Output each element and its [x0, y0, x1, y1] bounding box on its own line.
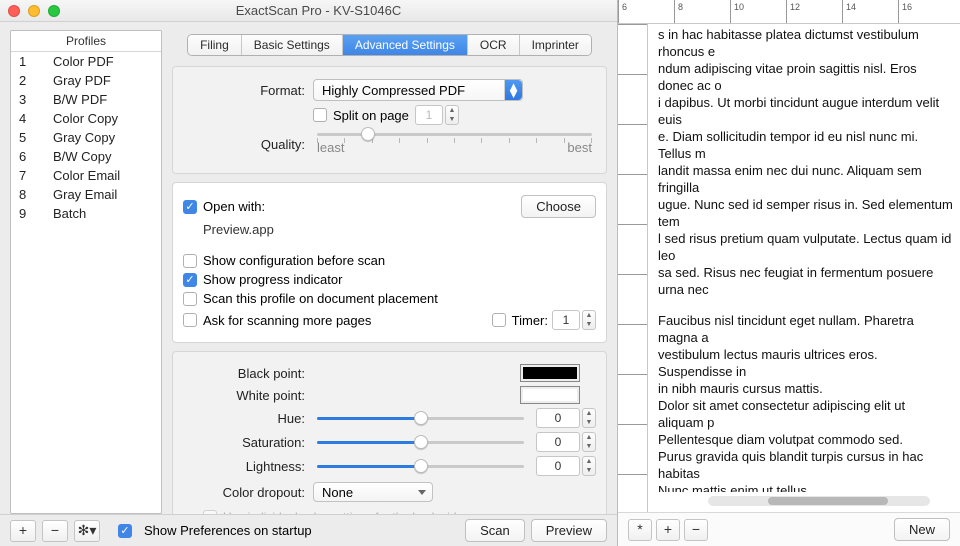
split-page-field[interactable]: 1 [415, 105, 443, 125]
color-dropout-select[interactable]: None [313, 482, 433, 502]
format-section: Format: Highly Compressed PDF ▲▼ Split o… [172, 66, 607, 174]
lightness-field[interactable]: 0 [536, 456, 580, 476]
quality-label: Quality: [183, 137, 313, 152]
black-point-well[interactable] [520, 364, 580, 382]
saturation-stepper[interactable]: ▲▼ [582, 432, 596, 452]
horizontal-scrollbar[interactable] [708, 496, 930, 506]
ask-more-pages-checkbox[interactable] [183, 313, 197, 327]
tab-basic-settings[interactable]: Basic Settings [242, 35, 343, 55]
new-button[interactable]: New [894, 518, 950, 541]
document-page: s in hac habitasse platea dictumst vesti… [652, 24, 960, 492]
saturation-slider[interactable] [317, 441, 524, 444]
ruler-vertical [618, 24, 648, 512]
open-with-checkbox[interactable]: ✓ [183, 200, 197, 214]
hue-field[interactable]: 0 [536, 408, 580, 428]
scan-button[interactable]: Scan [465, 519, 525, 542]
hue-stepper[interactable]: ▲▼ [582, 408, 596, 428]
gear-menu-button[interactable]: ✻▾ [74, 520, 100, 542]
add-profile-button[interactable]: + [10, 520, 36, 542]
profile-row[interactable]: 4Color Copy [11, 109, 161, 128]
profile-row[interactable]: 9Batch [11, 204, 161, 223]
preview-pane: 6810121416 s in hac habitasse platea dic… [618, 0, 960, 546]
timer-label: Timer: [512, 313, 548, 328]
show-progress-checkbox[interactable]: ✓ [183, 273, 197, 287]
close-window-icon[interactable] [8, 5, 20, 17]
window-title: ExactScan Pro - KV-S1046C [20, 3, 617, 18]
quality-slider[interactable] [317, 133, 592, 136]
timer-checkbox[interactable] [492, 313, 506, 327]
ruler-horizontal: 6810121416 [618, 0, 960, 24]
preview-button[interactable]: Preview [531, 519, 607, 542]
profile-row[interactable]: 5Gray Copy [11, 128, 161, 147]
lightness-slider[interactable] [317, 465, 524, 468]
select-arrows-icon: ▲▼ [504, 80, 522, 100]
choose-button[interactable]: Choose [521, 195, 596, 218]
profile-row[interactable]: 3B/W PDF [11, 90, 161, 109]
remove-profile-button[interactable]: − [42, 520, 68, 542]
adjust-section: Black point: White point: Hue: 0 ▲▼ Satu… [172, 351, 607, 537]
scan-on-placement-checkbox[interactable] [183, 292, 197, 306]
profile-row[interactable]: 8Gray Email [11, 185, 161, 204]
open-with-app: Preview.app [203, 222, 274, 237]
zoom-in-button[interactable]: + [656, 519, 680, 541]
show-prefs-checkbox[interactable]: ✓ [118, 524, 132, 538]
profiles-header: Profiles [11, 31, 161, 52]
options-section: ✓ Open with: Choose Preview.app Show con… [172, 182, 607, 343]
profile-row[interactable]: 6B/W Copy [11, 147, 161, 166]
profiles-panel: Profiles 1Color PDF2Gray PDF3B/W PDF4Col… [10, 30, 162, 514]
tab-bar: FilingBasic SettingsAdvanced SettingsOCR… [172, 34, 607, 56]
tab-advanced-settings[interactable]: Advanced Settings [343, 35, 468, 55]
tab-ocr[interactable]: OCR [468, 35, 520, 55]
open-with-label: Open with: [203, 199, 265, 214]
titlebar: ExactScan Pro - KV-S1046C [0, 0, 617, 22]
split-page-stepper[interactable]: ▲▼ [445, 105, 459, 125]
zoom-out-button[interactable]: − [684, 519, 708, 541]
profile-row[interactable]: 1Color PDF [11, 52, 161, 71]
format-label: Format: [183, 83, 313, 98]
profile-row[interactable]: 2Gray PDF [11, 71, 161, 90]
white-point-well[interactable] [520, 386, 580, 404]
show-config-checkbox[interactable] [183, 254, 197, 268]
lightness-stepper[interactable]: ▲▼ [582, 456, 596, 476]
split-on-page-label: Split on page [333, 108, 409, 123]
tab-filing[interactable]: Filing [188, 35, 242, 55]
timer-stepper[interactable]: ▲▼ [582, 310, 596, 330]
profile-row[interactable]: 7Color Email [11, 166, 161, 185]
split-on-page-checkbox[interactable] [313, 108, 327, 122]
format-select[interactable]: Highly Compressed PDF ▲▼ [313, 79, 523, 101]
hue-slider[interactable] [317, 417, 524, 420]
timer-field[interactable]: 1 [552, 310, 580, 330]
tab-imprinter[interactable]: Imprinter [520, 35, 591, 55]
page-thumb-button[interactable]: * [628, 519, 652, 541]
bottom-toolbar: + − ✻▾ ✓ Show Preferences on startup Sca… [0, 514, 617, 546]
saturation-field[interactable]: 0 [536, 432, 580, 452]
